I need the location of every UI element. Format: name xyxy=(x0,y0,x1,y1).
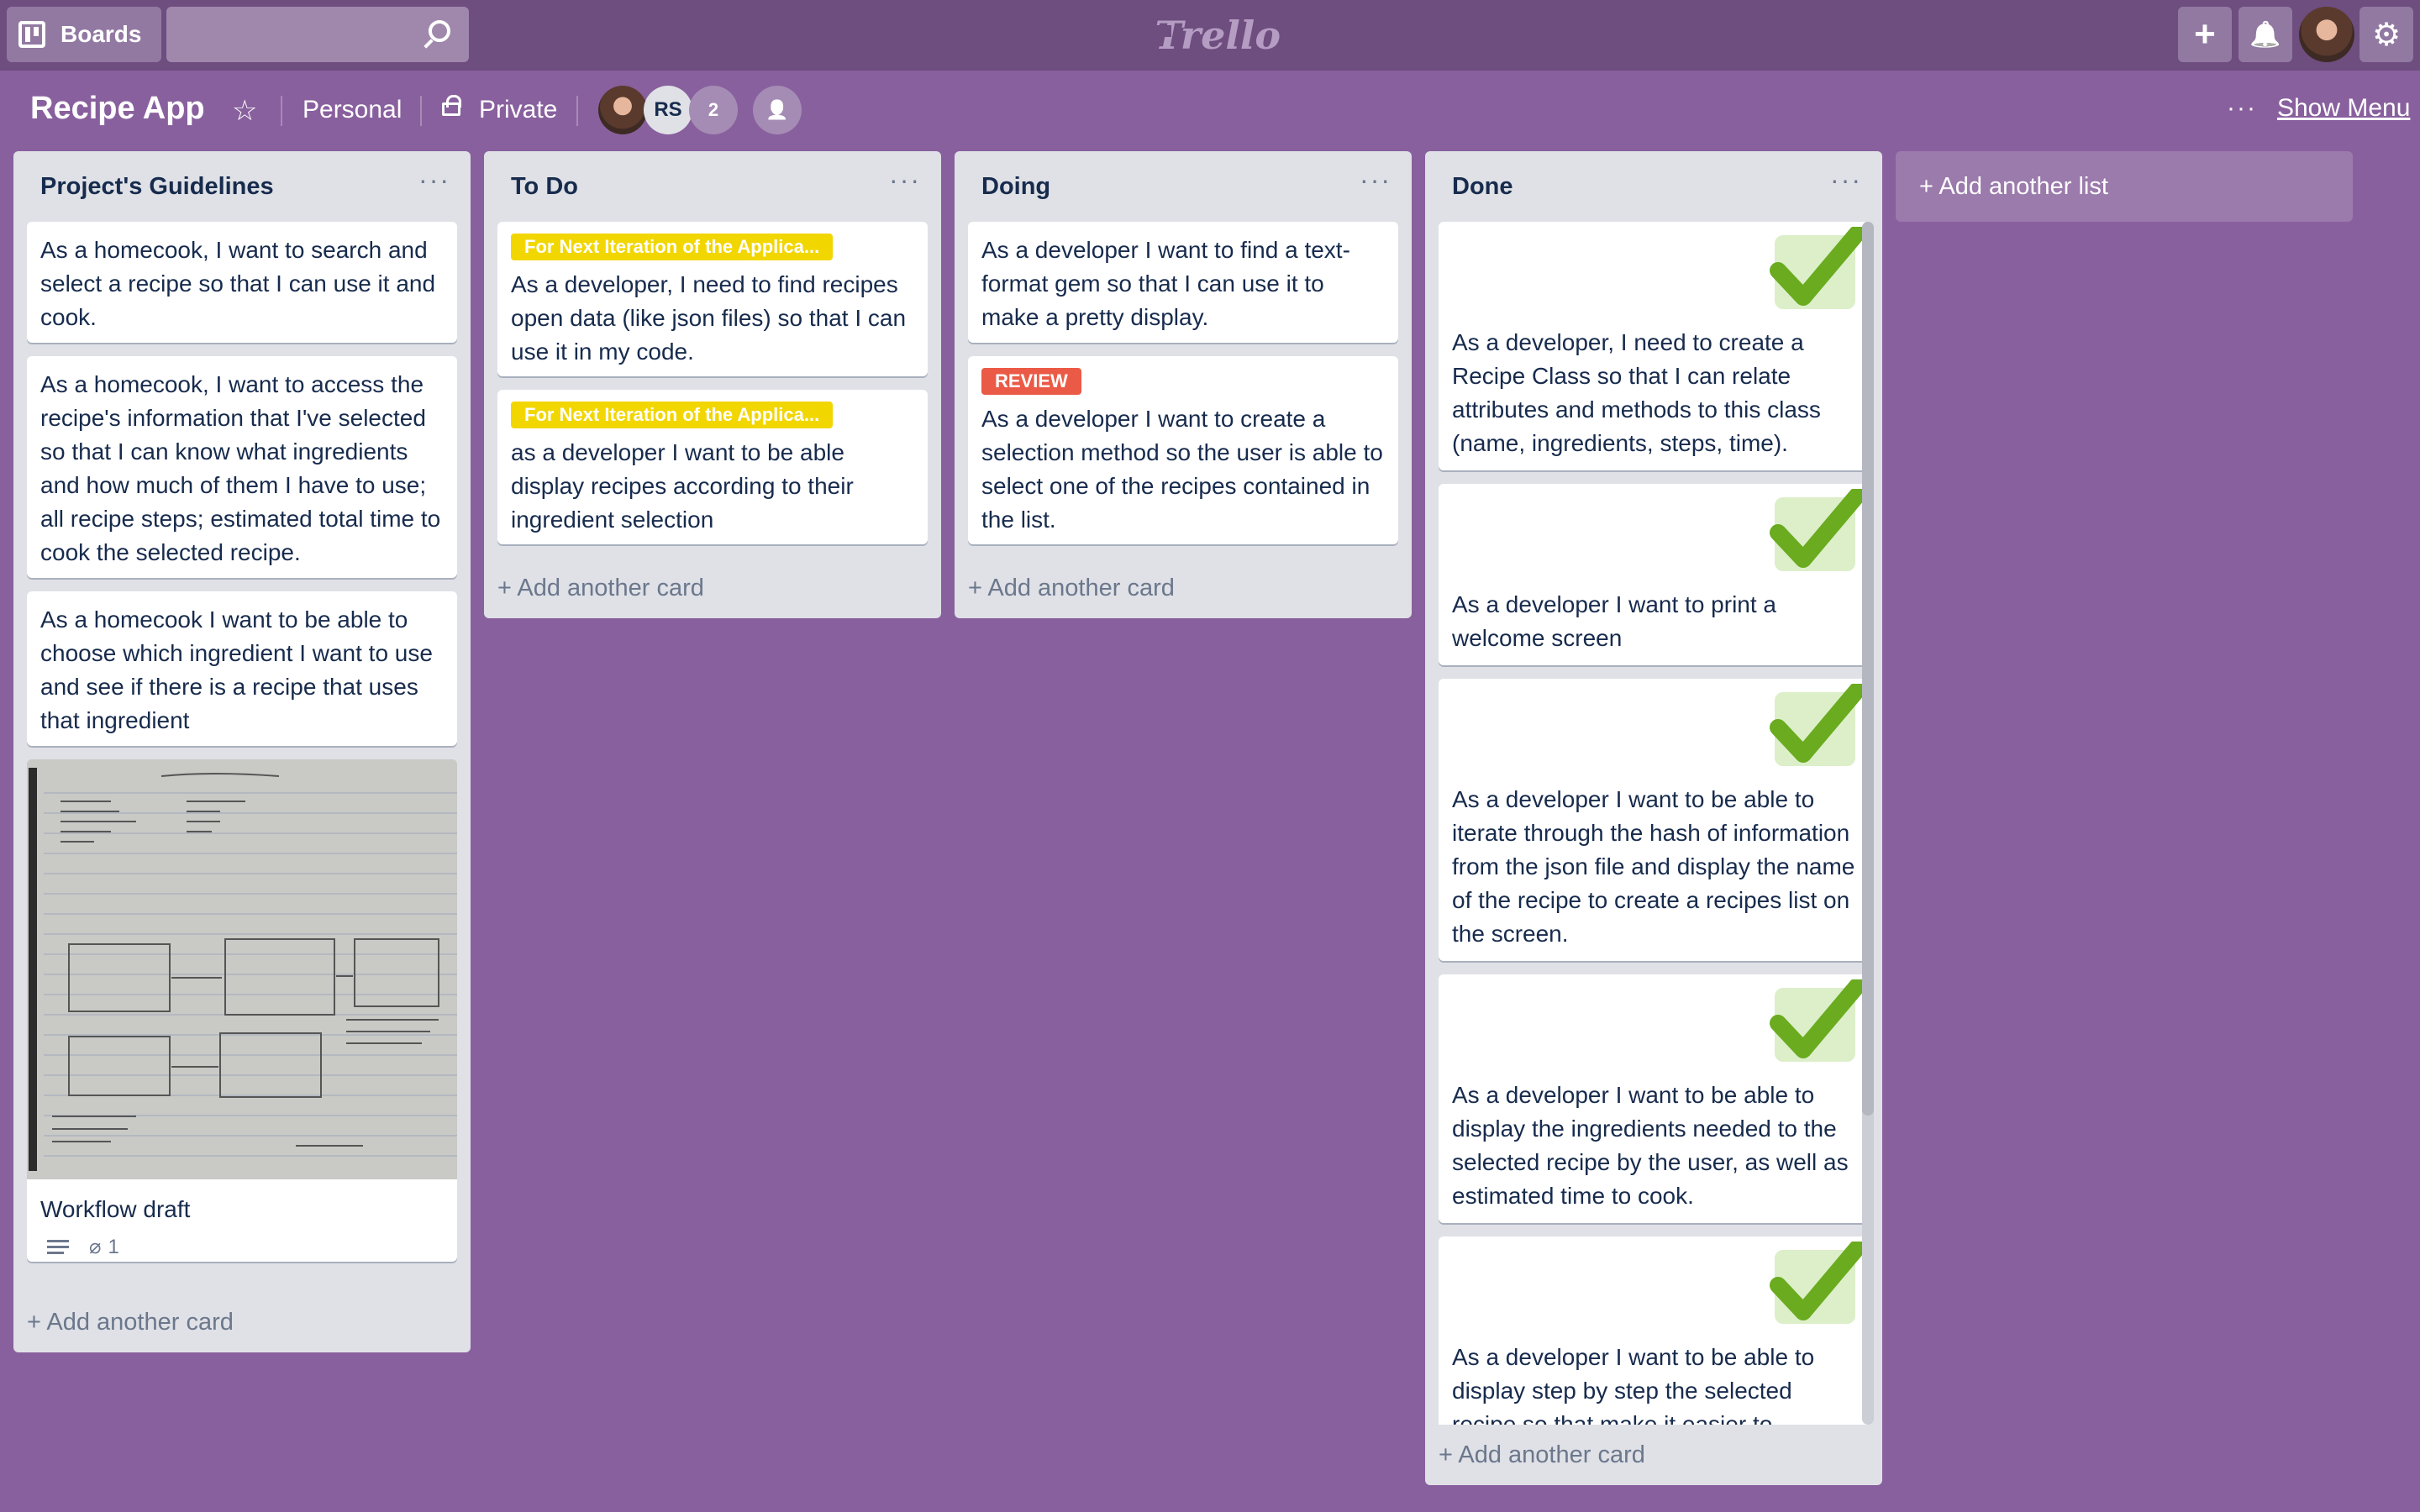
add-card-button[interactable]: + Add another card xyxy=(497,575,704,602)
boards-label: Boards xyxy=(60,21,142,47)
gear-icon: ⚙ xyxy=(2371,17,2402,53)
list-doing: Doing ··· As a developer I want to find … xyxy=(955,151,1412,618)
trello-logo[interactable]: Trello xyxy=(1148,10,1281,60)
add-list-button[interactable]: + Add another list xyxy=(1896,151,2353,222)
boards-button[interactable]: Boards xyxy=(7,7,161,62)
card-title: As a developer I want to create a select… xyxy=(981,406,1383,533)
list-header: To Do ··· xyxy=(484,151,941,222)
add-card-button[interactable]: + Add another card xyxy=(968,575,1175,602)
card-label: For Next Iteration of the Applica... xyxy=(511,402,834,428)
list-done: Done ··· As a developer, I need to creat… xyxy=(1425,151,1882,1485)
card[interactable]: As a homecook, I want to access the reci… xyxy=(27,356,457,578)
card[interactable]: As a homecook, I want to search and sele… xyxy=(27,222,457,343)
logo-text: Trello xyxy=(1155,13,1281,58)
card-title: Workflow draft xyxy=(40,1196,191,1222)
card[interactable]: For Next Iteration of the Applica... as … xyxy=(497,390,928,544)
add-card-button[interactable]: + Add another card xyxy=(27,1309,234,1336)
card-badges: ⌀ 1 xyxy=(40,1235,190,1259)
user-avatar[interactable] xyxy=(2299,7,2354,62)
card[interactable]: As a homecook I want to be able to choos… xyxy=(27,591,457,746)
lock-icon xyxy=(442,95,461,116)
search-input[interactable] xyxy=(166,7,469,62)
checkmark-icon xyxy=(1770,489,1864,575)
list-menu-icon[interactable]: ··· xyxy=(418,165,450,196)
checkmark-icon xyxy=(1770,979,1864,1065)
list-title[interactable]: Doing xyxy=(981,173,1050,201)
description-icon xyxy=(47,1238,69,1257)
boards-icon xyxy=(18,21,45,48)
list-title[interactable]: Project's Guidelines xyxy=(40,173,274,201)
card[interactable]: As a developer I want to be able to disp… xyxy=(1439,1236,1869,1425)
plus-icon: + xyxy=(2194,13,2216,55)
settings-button[interactable]: ⚙ xyxy=(2360,7,2413,62)
card-title: As a developer I want to be able to disp… xyxy=(1452,1082,1849,1209)
add-card-button[interactable]: + Add another card xyxy=(1439,1441,1645,1469)
visibility-button[interactable]: Private xyxy=(479,96,557,124)
board-title[interactable]: Recipe App xyxy=(30,91,205,127)
list-menu-icon[interactable]: ··· xyxy=(1360,165,1392,196)
list-title[interactable]: To Do xyxy=(511,173,578,201)
card[interactable]: REVIEW As a developer I want to create a… xyxy=(968,356,1398,544)
invite-button[interactable]: 👤 xyxy=(753,86,802,134)
add-member-icon: 👤 xyxy=(765,99,789,120)
card-title: As a developer, I need to create a Recip… xyxy=(1452,329,1821,456)
card-title: As a developer I want to print a welcome… xyxy=(1452,591,1776,651)
list-to-do: To Do ··· For Next Iteration of the Appl… xyxy=(484,151,941,618)
card-workflow-draft[interactable]: Workflow draft ⌀ 1 xyxy=(27,759,457,1262)
create-button[interactable]: + xyxy=(2178,7,2232,62)
list-menu-icon[interactable]: ··· xyxy=(1830,165,1862,196)
top-bar: Boards Trello + 🔔 ⚙ xyxy=(0,0,2420,71)
card-label: REVIEW xyxy=(981,368,1081,395)
divider xyxy=(281,96,282,126)
scrollbar-thumb[interactable] xyxy=(1862,222,1874,1116)
card[interactable]: As a developer, I need to create a Recip… xyxy=(1439,222,1869,470)
card[interactable]: For Next Iteration of the Applica... As … xyxy=(497,222,928,376)
bell-icon: 🔔 xyxy=(2249,20,2281,49)
checkmark-icon xyxy=(1770,1242,1864,1327)
list-title[interactable]: Done xyxy=(1452,173,1513,201)
card[interactable]: As a developer I want to be able to iter… xyxy=(1439,679,1869,961)
card-title: As a homecook, I want to access the reci… xyxy=(40,371,441,565)
search-icon[interactable] xyxy=(429,20,450,42)
list-project-guidelines: Project's Guidelines ··· As a homecook, … xyxy=(13,151,471,1352)
show-menu-label: Show Menu xyxy=(2276,94,2411,122)
card-title: as a developer I want to be able display… xyxy=(511,439,854,533)
team-button[interactable]: Personal xyxy=(302,96,402,124)
list-header: Doing ··· xyxy=(955,151,1412,222)
list-menu-icon[interactable]: ··· xyxy=(889,165,921,196)
card-title: As a developer I want to find a text-for… xyxy=(981,237,1350,330)
more-members-badge[interactable]: 2 xyxy=(689,86,738,134)
member-avatar[interactable]: RS xyxy=(644,86,692,134)
card-title: As a developer I want to be able to disp… xyxy=(1452,1344,1815,1425)
card[interactable]: As a developer I want to be able to disp… xyxy=(1439,974,1869,1223)
list-scrollbar[interactable] xyxy=(1862,222,1874,1425)
card[interactable]: As a developer I want to print a welcome… xyxy=(1439,484,1869,665)
attachment-count: 1 xyxy=(108,1235,119,1258)
divider xyxy=(420,96,422,126)
list-header: Done ··· xyxy=(1425,151,1882,222)
card-title: As a developer I want to be able to iter… xyxy=(1452,786,1855,947)
list-cards-scroll[interactable]: As a developer, I need to create a Recip… xyxy=(1425,222,1882,1425)
card-cover-image xyxy=(27,759,457,1179)
show-menu-button[interactable]: ··· Show Menu xyxy=(2227,94,2410,123)
card-title: As a homecook, I want to search and sele… xyxy=(40,237,436,330)
star-icon[interactable]: ☆ xyxy=(232,94,257,128)
attachment-icon: ⌀ xyxy=(89,1236,102,1258)
checkmark-icon xyxy=(1770,227,1864,312)
card-title: As a homecook I want to be able to choos… xyxy=(40,606,433,733)
divider xyxy=(576,96,578,126)
card-title: As a developer, I need to find recipes o… xyxy=(511,271,907,365)
checkmark-icon xyxy=(1770,684,1864,769)
list-header: Project's Guidelines ··· xyxy=(13,151,471,222)
member-avatar[interactable] xyxy=(598,86,647,134)
notifications-button[interactable]: 🔔 xyxy=(2238,7,2292,62)
menu-dots-icon: ··· xyxy=(2227,94,2257,122)
card-label: For Next Iteration of the Applica... xyxy=(511,234,834,260)
card[interactable]: As a developer I want to find a text-for… xyxy=(968,222,1398,343)
